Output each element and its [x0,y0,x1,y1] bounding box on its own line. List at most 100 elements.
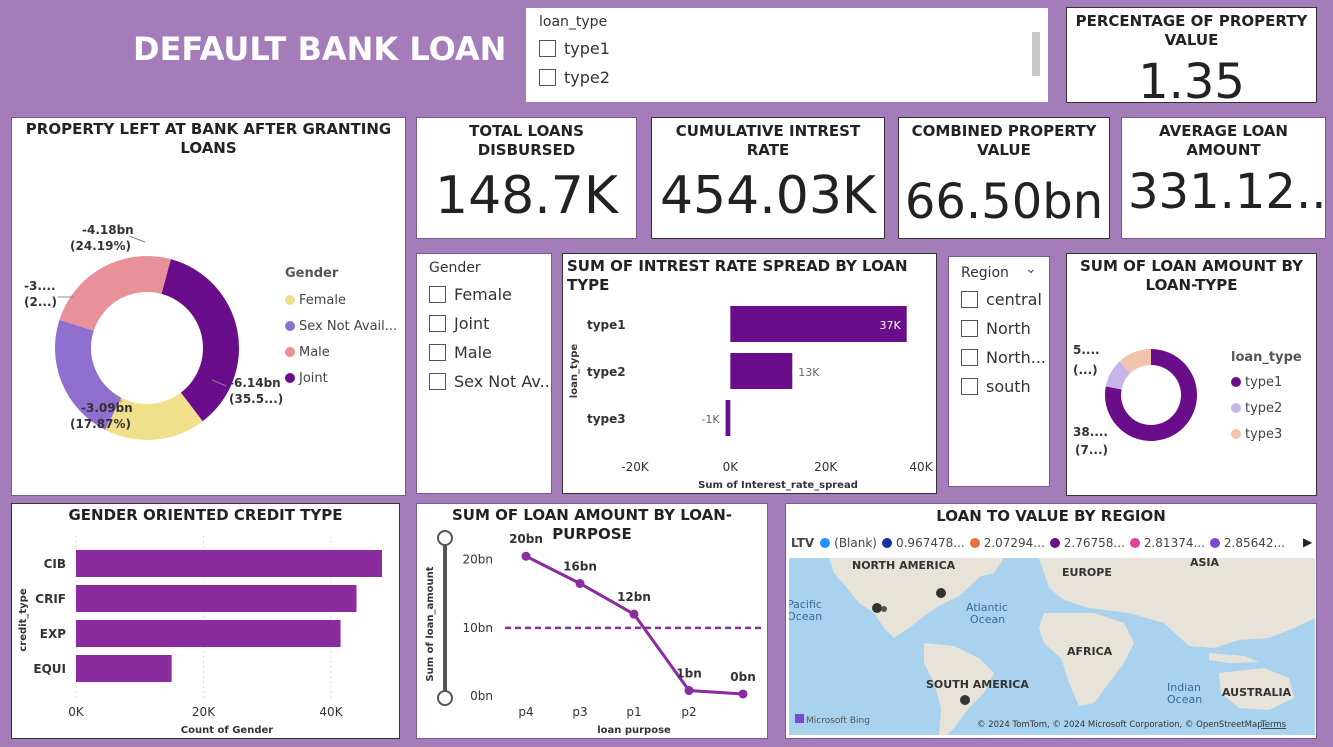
chart-title: PROPERTY LEFT AT BANK AFTER GRANTING LOA… [25,120,392,157]
data-point [521,551,531,561]
label-joint-pct: (35.5...) [229,392,283,406]
checkbox[interactable] [429,373,446,390]
category-label: type3 [587,412,626,426]
legend-item-type2[interactable]: type2 [1231,395,1302,421]
slicer-item-central[interactable]: central [961,285,1046,314]
world-map[interactable]: NORTH AMERICA EUROPE ASIA Pacific Ocean … [789,558,1315,735]
dashboard-title: DEFAULT BANK LOAN [133,30,507,68]
data-label: 13K [798,366,820,379]
checkbox[interactable] [961,291,978,308]
slicer-item-north2[interactable]: North... [961,343,1046,372]
data-label: 20bn [509,532,543,546]
range-slider-handle-top [437,530,453,546]
chart-title: GENDER ORIENTED CREDIT TYPE [68,506,343,524]
legend-title: loan_type [1231,350,1302,365]
y-tick: 20bn [463,553,494,567]
checkbox[interactable] [961,320,978,337]
category-label: type2 [587,365,626,379]
kpi-title: COMBINED PROPERTY VALUE [911,122,1097,159]
map-label-eu: EUROPE [1062,566,1112,579]
category-label: CRIF [35,592,66,606]
series-line [525,554,744,696]
kpi-title: TOTAL LOANS DISBURSED [469,122,584,159]
legend-dot [881,538,892,548]
slicer-item-type2[interactable]: type2 [539,63,610,92]
pct-property-card: PERCENTAGE OF PROPERTY VALUE 1.35 [1066,7,1317,103]
label-male-val: -4.18bn [82,223,134,237]
slicer-item-type1[interactable]: type1 [539,34,610,63]
slice-male [59,256,171,331]
data-point [575,579,585,588]
legend-item-type3[interactable]: type3 [1231,421,1302,447]
checkbox[interactable] [429,344,446,361]
region-slicer: Region ⌄ central North North... south [948,256,1050,487]
kpi-value: 1.35 [1138,54,1245,103]
legend-item-sna[interactable]: Sex Not Avail... [285,313,397,339]
map-label-aus: AUSTRALIA [1222,686,1292,699]
category-label: EXP [40,627,66,641]
data-label: 1bn [676,667,701,681]
legend-item-female[interactable]: Female [285,287,397,313]
checkbox[interactable] [961,349,978,366]
chevron-down-icon[interactable]: ⌄ [1025,261,1037,277]
slicer-title: Gender [429,260,481,276]
x-axis-label: Count of Gender [181,725,273,736]
slicer-item-north[interactable]: North [961,314,1046,343]
x-tick: 0K [723,460,740,474]
label-female-pct: (17.87%) [70,417,131,431]
label-big-val: 38.... [1073,425,1108,439]
bar-EQUI [76,655,172,682]
legend-item-type1[interactable]: type1 [1231,369,1302,395]
data-label: 12bn [617,590,651,604]
checkbox[interactable] [429,286,446,303]
bing-logo [795,714,804,723]
loan-purpose-chart: 0bn 10bn 20bn 20bn p4 16bn p3 12bn p1 1bn p2 0bn loa… [425,530,762,736]
x-tick: p2 [681,705,696,719]
map-marker [960,695,970,705]
interest-spread-card: SUM OF INTREST RATE SPREAD BY LOAN TYPE … [562,253,937,494]
slicer-item-joint[interactable]: Joint [429,309,551,338]
credit-type-chart: 0K 20K 40K CIB CRIF EXP EQUI Count of Gender cre… [18,536,382,736]
slicer-item-sna[interactable]: Sex Not Av... [429,367,551,396]
map-label-na: NORTH AMERICA [852,559,956,572]
legend-dot [285,347,295,357]
label-joint-val: -6.14bn [229,376,281,390]
avg-loan-card: AVERAGE LOAN AMOUNT 331.12... [1121,117,1326,239]
donut-legend: Gender Female Sex Not Avail... Male Join… [285,266,397,391]
range-slider-handle-bottom [437,690,453,706]
map-label-indian-2: Ocean [1167,693,1202,706]
x-tick: p4 [518,705,533,719]
slice-joint [161,259,239,422]
map-marker [936,588,946,598]
data-point [629,609,639,619]
label-sna-val: -3.... [24,279,56,293]
y-tick: 10bn [463,621,494,635]
bing-label: Microsoft Bing [806,716,870,726]
y-axis-label: loan_type [569,344,580,399]
kpi-value: 148.7K [435,166,618,226]
property-left-card: PROPERTY LEFT AT BANK AFTER GRANTING LOA… [11,117,406,496]
map-label-atlantic-2: Ocean [970,613,1005,626]
data-label: -1K [701,413,720,426]
x-tick: 20K [192,705,216,719]
legend-item-male[interactable]: Male [285,339,397,365]
slicer-title: loan_type [539,14,608,30]
x-axis-label: loan purpose [597,725,671,736]
scrollbar[interactable] [1032,32,1040,76]
checkbox[interactable] [961,378,978,395]
checkbox[interactable] [429,315,446,332]
credit-type-card: GENDER ORIENTED CREDIT TYPE 0K 20K 40K CIB C… [11,503,400,739]
legend-item-joint[interactable]: Joint [285,365,397,391]
legend-next-icon[interactable]: ▶ [1303,535,1312,549]
slicer-item-south[interactable]: south [961,372,1046,401]
slicer-item-female[interactable]: Female [429,280,551,309]
x-tick: 40K [319,705,343,719]
x-tick: 0K [68,705,85,719]
map-terms: Terms [1260,720,1287,730]
legend-dot [1209,538,1220,548]
map-attribution: © 2024 TomTom, © 2024 Microsoft Corporat… [977,720,1263,730]
checkbox[interactable] [539,40,556,57]
checkbox[interactable] [539,69,556,86]
slicer-item-male[interactable]: Male [429,338,551,367]
map-label-asia: ASIA [1190,558,1220,569]
